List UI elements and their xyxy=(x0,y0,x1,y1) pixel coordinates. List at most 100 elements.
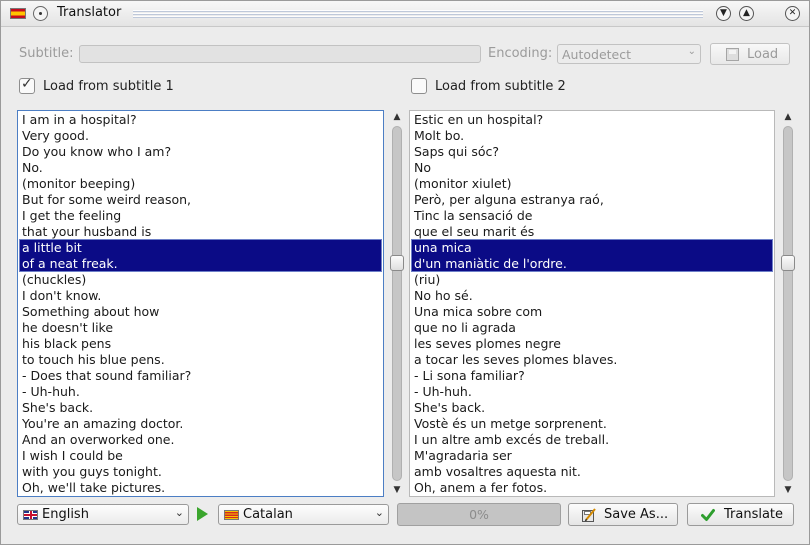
subtitle-line[interactable]: I un altre amb excés de treball. xyxy=(414,432,774,448)
catalan-flag-icon xyxy=(224,510,239,520)
load-button[interactable]: Load xyxy=(710,43,790,65)
uk-flag-icon xyxy=(23,510,38,520)
translate-label: Translate xyxy=(724,507,784,522)
subtitle-line[interactable]: You're an amazing doctor. xyxy=(22,416,382,432)
subtitle-line[interactable]: Do you know who I am? xyxy=(22,144,382,160)
subtitle-line[interactable]: que no li agrada xyxy=(414,320,774,336)
encoding-label: Encoding: xyxy=(488,46,553,61)
subtitle-line[interactable]: d'un maniàtic de l'ordre. xyxy=(414,256,774,272)
load-button-label: Load xyxy=(747,47,779,62)
source-scrollbar[interactable]: ▲ ▼ xyxy=(389,110,405,497)
scroll-thumb[interactable] xyxy=(390,255,404,271)
subtitle-line[interactable]: Very good. xyxy=(22,128,382,144)
subtitle-line[interactable]: - Does that sound familiar? xyxy=(22,368,382,384)
subtitle-line[interactable]: And an overworked one. xyxy=(22,432,382,448)
subtitle-line[interactable]: he doesn't like xyxy=(22,320,382,336)
subtitle-line[interactable]: M'agradaria ser xyxy=(414,448,774,464)
close-button[interactable]: ✕ xyxy=(785,6,800,21)
subtitle-line[interactable]: She's back. xyxy=(414,400,774,416)
subtitle-line[interactable]: - Li sona familiar? xyxy=(414,368,774,384)
chevron-down-icon: ⌄ xyxy=(374,506,384,519)
subtitle-line[interactable]: una mica xyxy=(414,240,774,256)
subtitle-line[interactable]: that your husband is xyxy=(22,224,382,240)
title-bar[interactable]: Translator ▼ ▲ ✕ xyxy=(1,1,809,27)
subtitle-line[interactable]: - Uh-huh. xyxy=(22,384,382,400)
chevron-down-icon: ▼ xyxy=(720,8,727,18)
translation-progress-bar: 0% xyxy=(397,503,561,526)
subtitle-line[interactable]: Estic en un hospital? xyxy=(414,112,774,128)
translator-window: Translator ▼ ▲ ✕ Subtitle: Encoding: Aut… xyxy=(0,0,810,545)
subtitle-line[interactable]: a tocar les seves plomes blaves. xyxy=(414,352,774,368)
subtitle-line[interactable]: a little bit xyxy=(22,240,382,256)
subtitle-line[interactable]: amb vosaltres aquesta nit. xyxy=(414,464,774,480)
subtitle-line[interactable]: Però, per alguna estranya raó, xyxy=(414,192,774,208)
scroll-up-arrow-icon[interactable]: ▲ xyxy=(390,111,404,123)
encoding-combo[interactable]: Autodetect ⌄ xyxy=(557,44,701,64)
floppy-disk-icon xyxy=(726,48,739,61)
chevron-down-icon: ⌄ xyxy=(174,506,184,519)
translation-text-pane[interactable]: Estic en un hospital? Molt bo. Saps qui só… xyxy=(409,110,775,497)
scroll-down-arrow-icon[interactable]: ▼ xyxy=(781,484,795,496)
subtitle-line[interactable]: Oh, anem a fer fotos. xyxy=(414,480,774,496)
translate-button[interactable]: Translate xyxy=(687,503,794,526)
source-text-pane[interactable]: I am in a hospital? Very good. Do you know… xyxy=(17,110,384,497)
subtitle-line[interactable]: Saps qui sóc? xyxy=(414,144,774,160)
subtitle-line[interactable]: (chuckles) xyxy=(22,272,382,288)
chevron-down-icon: ⌄ xyxy=(687,46,696,57)
check-icon: ✓ xyxy=(21,76,33,92)
subtitle-label: Subtitle: xyxy=(19,46,74,61)
subtitle-line[interactable]: I don't know. xyxy=(22,288,382,304)
restore-button[interactable]: ▲ xyxy=(739,6,754,21)
load-from-subtitle-2-checkbox[interactable] xyxy=(411,78,427,94)
subtitle-path-field[interactable] xyxy=(79,45,481,63)
load-from-subtitle-1-label[interactable]: Load from subtitle 1 xyxy=(43,79,174,94)
load-from-subtitle-1-checkbox[interactable]: ✓ xyxy=(19,76,35,94)
play-arrow-icon xyxy=(197,507,208,521)
spain-flag-icon xyxy=(10,8,26,19)
collapse-button[interactable]: ▼ xyxy=(716,6,731,21)
encoding-value: Autodetect xyxy=(562,47,632,62)
subtitle-line[interactable]: to touch his blue pens. xyxy=(22,352,382,368)
scroll-down-arrow-icon[interactable]: ▼ xyxy=(390,484,404,496)
subtitle-line[interactable]: his black pens xyxy=(22,336,382,352)
subtitle-line[interactable]: Vostè és un metge sorprenent. xyxy=(414,416,774,432)
load-from-subtitle-2-label[interactable]: Load from subtitle 2 xyxy=(435,79,566,94)
scroll-up-arrow-icon[interactable]: ▲ xyxy=(781,111,795,123)
chevron-up-icon: ▲ xyxy=(743,8,750,18)
subtitle-line[interactable]: (monitor xiulet) xyxy=(414,176,774,192)
subtitle-line[interactable]: Oh, we'll take pictures. xyxy=(22,480,382,496)
title-bar-decoration xyxy=(133,10,703,19)
target-language-value: Catalan xyxy=(243,507,293,522)
close-icon: ✕ xyxy=(788,8,797,18)
subtitle-line[interactable]: No. xyxy=(22,160,382,176)
subtitle-line[interactable]: No ho sé. xyxy=(414,288,774,304)
subtitle-line[interactable]: I get the feeling xyxy=(22,208,382,224)
scroll-track[interactable] xyxy=(783,126,793,481)
save-as-button[interactable]: Save As... xyxy=(568,503,678,526)
subtitle-line[interactable]: (riu) xyxy=(414,272,774,288)
subtitle-line[interactable]: She's back. xyxy=(22,400,382,416)
scroll-thumb[interactable] xyxy=(781,255,795,271)
target-language-combo[interactable]: Catalan ⌄ xyxy=(218,504,389,525)
subtitle-line[interactable]: (monitor beeping) xyxy=(22,176,382,192)
subtitle-line[interactable]: I am in a hospital? xyxy=(22,112,382,128)
subtitle-line[interactable]: No xyxy=(414,160,774,176)
subtitle-line[interactable]: Something about how xyxy=(22,304,382,320)
save-as-icon xyxy=(582,508,596,522)
subtitle-line[interactable]: with you guys tonight. xyxy=(22,464,382,480)
subtitle-line[interactable]: Tinc la sensació de xyxy=(414,208,774,224)
subtitle-line[interactable]: Una mica sobre com xyxy=(414,304,774,320)
source-language-value: English xyxy=(42,507,89,522)
subtitle-line[interactable]: - Uh-huh. xyxy=(414,384,774,400)
window-menu-icon[interactable] xyxy=(33,6,48,21)
subtitle-line[interactable]: que el seu marit és xyxy=(414,224,774,240)
translation-scrollbar[interactable]: ▲ ▼ xyxy=(780,110,796,497)
subtitle-line[interactable]: I wish I could be xyxy=(22,448,382,464)
checkmark-icon xyxy=(701,509,715,521)
subtitle-line[interactable]: les seves plomes negre xyxy=(414,336,774,352)
subtitle-line[interactable]: of a neat freak. xyxy=(22,256,382,272)
subtitle-line[interactable]: Molt bo. xyxy=(414,128,774,144)
source-language-combo[interactable]: English ⌄ xyxy=(17,504,189,525)
subtitle-line[interactable]: But for some weird reason, xyxy=(22,192,382,208)
scroll-track[interactable] xyxy=(392,126,402,481)
